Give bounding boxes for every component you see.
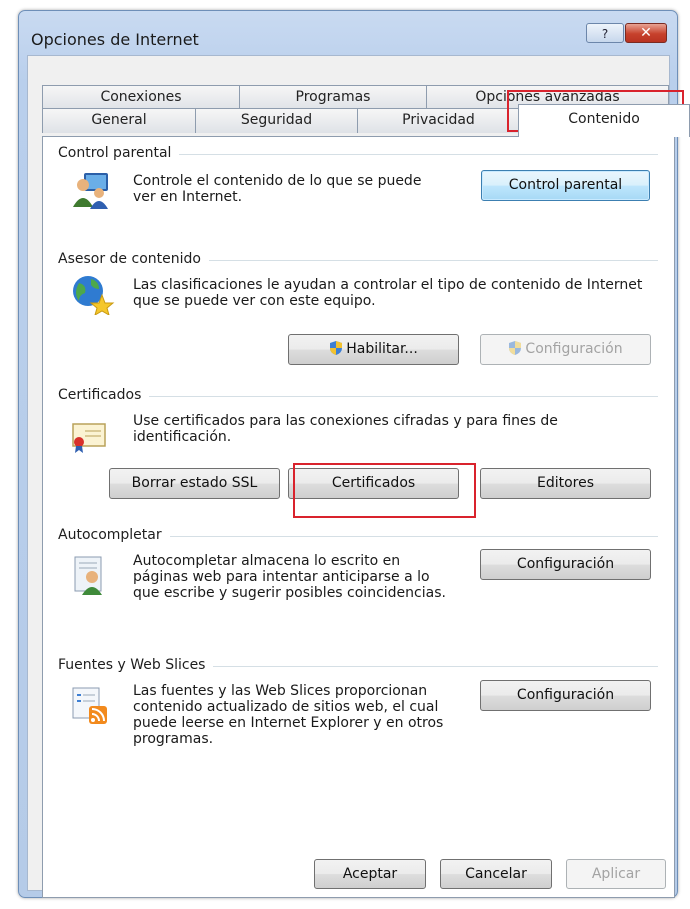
certificate-icon: [71, 422, 107, 458]
uac-shield-icon: [509, 341, 522, 355]
feeds-description: Las fuentes y las Web Slices proporciona…: [133, 683, 444, 747]
advisor-enable-label: Habilitar...: [346, 341, 418, 357]
tab-general[interactable]: General: [42, 108, 196, 133]
autocomplete-form-icon: [73, 555, 107, 601]
tab-privacidad[interactable]: Privacidad: [357, 108, 520, 133]
publishers-button[interactable]: Editores: [480, 468, 651, 499]
certificates-button[interactable]: Certificados: [288, 468, 459, 499]
content-advisor-globe-icon: [71, 273, 115, 319]
group-label-parental: Control parental: [58, 145, 180, 161]
group-divider: [63, 396, 658, 397]
dialog-client-area: Conexiones Programas Opciones avanzadas …: [27, 55, 690, 898]
close-button[interactable]: ✕: [625, 23, 667, 43]
feeds-settings-button[interactable]: Configuración: [480, 680, 651, 711]
group-label-feeds: Fuentes y Web Slices: [58, 657, 214, 673]
clear-ssl-state-button[interactable]: Borrar estado SSL: [109, 468, 280, 499]
uac-shield-icon: [330, 341, 343, 355]
autocomplete-description: Autocompletar almacena lo escrito en pág…: [133, 553, 446, 601]
parental-description: Controle el contenido de lo que se puede…: [133, 173, 422, 205]
window-title: Opciones de Internet: [31, 30, 199, 49]
group-label-autocomplete: Autocompletar: [58, 527, 170, 543]
advisor-settings-button[interactable]: Configuración: [480, 334, 651, 365]
certificates-description: Use certificados para las conexiones cif…: [133, 413, 558, 445]
advisor-settings-label: Configuración: [525, 341, 623, 357]
cancel-button[interactable]: Cancelar: [440, 859, 552, 889]
ok-button[interactable]: Aceptar: [314, 859, 426, 889]
parental-control-button[interactable]: Control parental: [481, 170, 650, 201]
internet-options-dialog: Opciones de Internet ? ✕ Conexiones Prog…: [18, 10, 690, 898]
autocomplete-settings-button[interactable]: Configuración: [480, 549, 651, 580]
advisor-description: Las clasificaciones le ayudan a controla…: [133, 277, 643, 309]
tab-contenido[interactable]: Contenido: [518, 104, 690, 137]
parental-users-icon: [70, 171, 112, 215]
content-tab-panel: Control parental Controle el contenido d…: [42, 136, 675, 898]
tab-seguridad[interactable]: Seguridad: [195, 108, 358, 133]
group-label-advisor: Asesor de contenido: [58, 251, 209, 267]
advisor-enable-button[interactable]: Habilitar...: [288, 334, 459, 365]
apply-button[interactable]: Aplicar: [566, 859, 666, 889]
tab-conexiones[interactable]: Conexiones: [42, 85, 240, 110]
rss-feeds-icon: [71, 686, 111, 730]
group-label-certificates: Certificados: [58, 387, 150, 403]
tab-programas[interactable]: Programas: [239, 85, 427, 110]
help-button[interactable]: ?: [586, 23, 624, 43]
